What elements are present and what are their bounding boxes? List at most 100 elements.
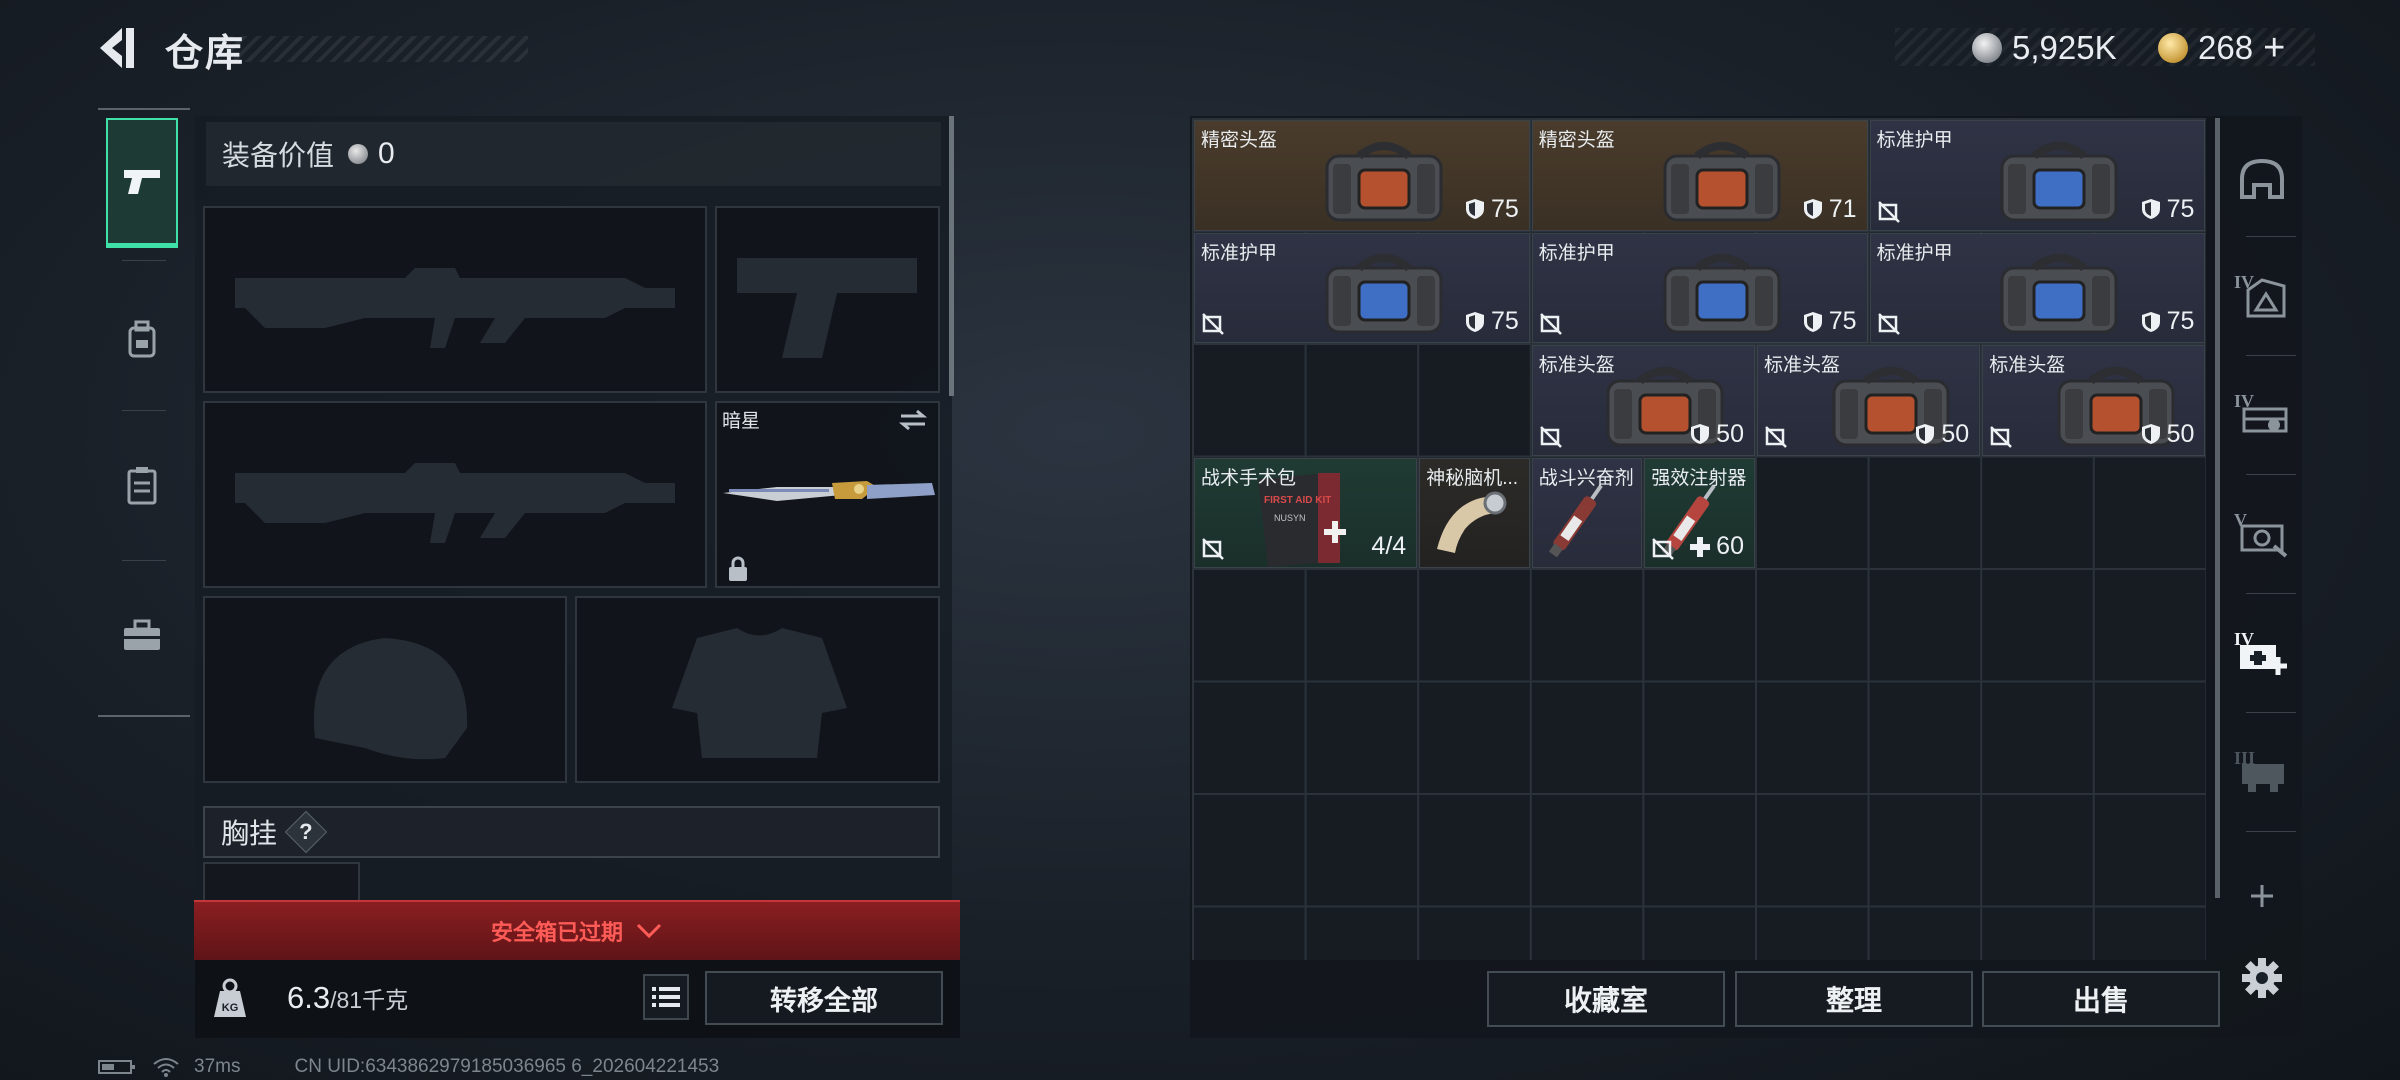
chest-rig-slot[interactable] [203, 862, 360, 902]
stash-item[interactable]: 标准头盔 50 [1757, 345, 1981, 456]
helmet-filter[interactable] [2224, 140, 2300, 220]
uninsured-icon [1877, 200, 1900, 223]
durability-value: 75 [1490, 307, 1519, 335]
medical-filter-icon: IV [2234, 629, 2287, 675]
stash-item[interactable]: 标准护甲 75 [1869, 120, 2206, 231]
rig-filter-icon: IV [2234, 391, 2288, 433]
stash-item[interactable]: 标准护甲 75 [1194, 232, 1530, 343]
uninsured-icon [1877, 313, 1900, 335]
status-bar: 37ms CN UID:6343862979185036965 6_202604… [98, 1055, 719, 1079]
gold-add-button[interactable]: + [2263, 27, 2285, 70]
armor-filter-icon: IV [2234, 272, 2286, 318]
rifle-silhouette-icon [235, 268, 675, 348]
secondary-weapon-slot[interactable] [203, 401, 707, 588]
chest-rig-header: 胸挂 ? [203, 806, 940, 858]
item-durability: 75 [1803, 307, 1857, 336]
ping-value: 37ms [194, 1056, 241, 1077]
gear-filter[interactable]: V [2224, 494, 2300, 574]
helmet-filter-icon [2240, 158, 2284, 199]
uninsured-icon [1202, 538, 1224, 560]
brain-chip-icon [1436, 491, 1506, 553]
stash-item[interactable]: 强效注射器 60 [1644, 457, 1755, 568]
weight-max: /81 [330, 987, 363, 1013]
item-count: 60 [1690, 532, 1744, 561]
safebox-expired-banner[interactable]: 安全箱已过期 [194, 900, 960, 960]
battery-icon [98, 1060, 135, 1074]
item-durability: 75 [1465, 195, 1519, 224]
pistol-silhouette-icon [737, 258, 917, 358]
stash-item[interactable]: 标准护甲 75 [1869, 232, 2206, 343]
sell-button[interactable]: 出售 [1982, 971, 2220, 1027]
stash-item[interactable]: FIRST AID KIT NUSYN 战术手术包 4/4 [1194, 457, 1418, 568]
chest-rig-label: 胸挂 [221, 818, 278, 849]
transfer-all-button[interactable]: 转移全部 [705, 971, 943, 1025]
stash-item[interactable]: 神秘脑机... [1419, 457, 1530, 568]
item-name: 标准护甲 [1201, 242, 1278, 264]
vest-icon [127, 467, 157, 505]
category-vest[interactable] [106, 420, 178, 550]
sidearm-slot[interactable] [715, 206, 940, 393]
item-durability: 75 [1465, 307, 1519, 336]
durability-value: 71 [1828, 194, 1857, 223]
category-backpack[interactable] [106, 275, 178, 405]
category-toolbox[interactable] [106, 570, 178, 700]
stash-item[interactable]: 标准护甲 75 [1531, 232, 1868, 343]
durability-shield-icon [1465, 199, 1484, 219]
durability-shield-icon [1803, 199, 1822, 219]
stash-scrollbar[interactable] [2215, 118, 2220, 898]
pistol-icon [124, 169, 160, 194]
durability-value: 50 [1941, 419, 1970, 448]
add-filter-button[interactable] [2224, 856, 2300, 936]
item-durability: 75 [2141, 307, 2194, 336]
list-view-button[interactable] [643, 974, 689, 1020]
gold-currency[interactable]: 268 + [2158, 26, 2285, 70]
equipment-bag-icon [1663, 141, 1781, 222]
rig-filter[interactable]: IV [2224, 375, 2300, 455]
uninsured-icon [1765, 425, 1787, 448]
stash-item[interactable]: 精密头盔 75 [1194, 120, 1530, 231]
medical-filter[interactable]: IV [2224, 613, 2300, 693]
melee-weapon-name: 暗星 [722, 411, 761, 432]
uninsured-icon [1990, 425, 2013, 448]
silver-coin-icon [1972, 33, 2002, 63]
svg-text:NUSYN: NUSYN [1274, 513, 1306, 523]
settings-button[interactable] [2224, 938, 2300, 1018]
equipment-bag-icon [1325, 141, 1443, 222]
helmet-slot[interactable] [203, 596, 567, 783]
bag-filter[interactable]: III [2224, 732, 2300, 812]
primary-weapon-slot[interactable] [203, 206, 707, 393]
wifi-icon [153, 1058, 179, 1077]
stash-item[interactable]: 标准头盔 50 [1531, 345, 1755, 456]
lock-icon [729, 556, 747, 581]
stash-item[interactable]: 精密头盔 71 [1531, 120, 1868, 231]
durability-value: 75 [2166, 194, 2195, 223]
gear-filter-icon: V [2234, 510, 2288, 558]
organize-button[interactable]: 整理 [1735, 971, 1973, 1027]
item-name: 标准头盔 [1538, 355, 1615, 376]
help-icon[interactable]: ? [284, 810, 328, 854]
weight-current: 6.3 [287, 980, 331, 1015]
armor-filter[interactable]: IV [2224, 256, 2300, 336]
armor-silhouette-icon [672, 628, 847, 758]
item-name: 标准护甲 [1876, 130, 1953, 151]
durability-value: 75 [1828, 307, 1857, 335]
heal-plus-icon [1690, 536, 1711, 557]
back-button[interactable] [96, 22, 144, 74]
list-icon [652, 987, 680, 1007]
title-decoration [228, 36, 528, 62]
category-weapons[interactable] [106, 118, 178, 248]
equipment-scrollbar[interactable] [949, 116, 954, 396]
stash-item[interactable]: 标准头盔 50 [1982, 345, 2206, 456]
collection-room-button[interactable]: 收藏室 [1487, 971, 1725, 1027]
armor-slot[interactable] [575, 596, 940, 783]
add-icon [2251, 885, 2273, 907]
item-durability: 50 [2141, 420, 2194, 449]
stash-item[interactable]: 战斗兴奋剂 [1531, 457, 1643, 568]
help-mark: ? [299, 818, 313, 844]
durability-value: 50 [1716, 419, 1744, 448]
durability-shield-icon [1465, 311, 1484, 332]
swap-icon[interactable] [899, 409, 927, 431]
page-title: 仓库 [165, 33, 246, 75]
gold-amount: 268 [2198, 29, 2254, 66]
uninsured-icon [1202, 313, 1224, 335]
